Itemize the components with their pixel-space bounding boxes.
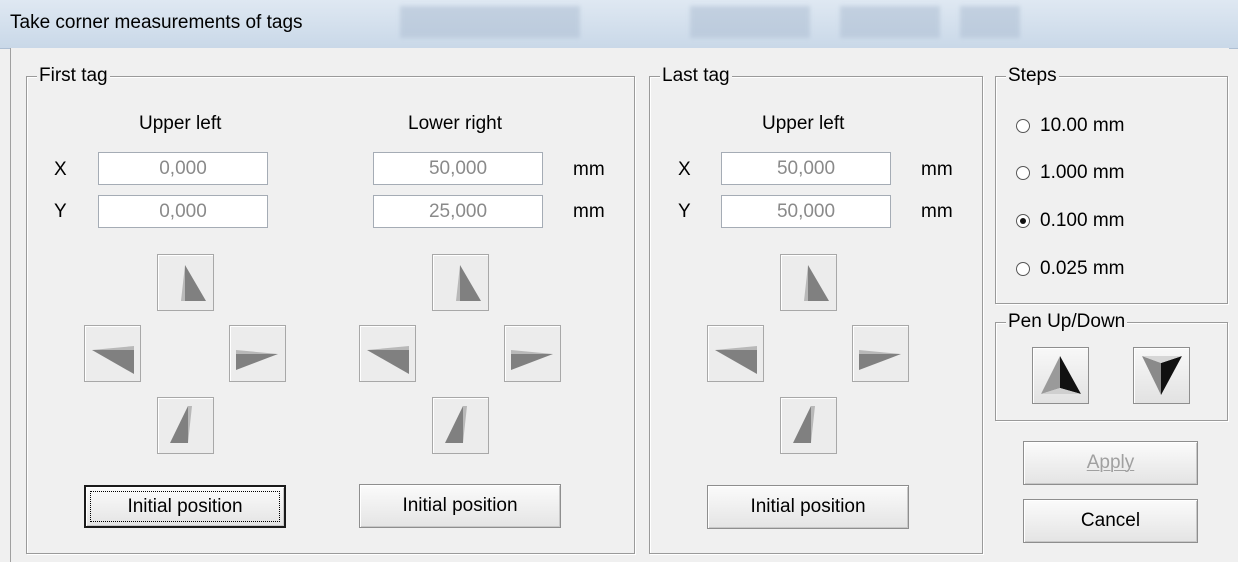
cancel-button[interactable]: Cancel	[1023, 499, 1198, 543]
steps-group: Steps 10.00 mm 1.000 mm 0.100 mm 0.025 m…	[995, 66, 1228, 304]
radio-circle	[1016, 166, 1030, 180]
last-tag-group: Last tag Upper left X Y 50,000 50,000 mm…	[649, 66, 983, 554]
button-label: Initial position	[402, 495, 518, 516]
upper-left-move-down-button[interactable]	[157, 397, 214, 454]
lower-right-heading: Lower right	[408, 113, 502, 134]
upper-left-move-right-button[interactable]	[229, 325, 286, 382]
arrow-down-icon	[170, 406, 192, 443]
arrow-left-icon	[715, 346, 757, 374]
radio-label: 10.00 mm	[1040, 115, 1125, 136]
unit-label: mm	[921, 159, 953, 180]
last-move-right-button[interactable]	[852, 325, 909, 382]
unit-label: mm	[573, 159, 605, 180]
arrow-right-icon	[511, 350, 553, 370]
background-ghost	[400, 6, 580, 38]
pen-group: Pen Up/Down	[995, 312, 1228, 421]
lower-right-move-down-button[interactable]	[432, 397, 489, 454]
lower-right-y-field[interactable]: 25,000	[373, 195, 543, 228]
y-label: Y	[54, 201, 67, 222]
radio-label: 0.025 mm	[1040, 258, 1125, 279]
upper-left-y-field[interactable]: 0,000	[98, 195, 268, 228]
background-ghost	[690, 6, 810, 38]
pen-down-button[interactable]	[1133, 347, 1190, 404]
arrow-right-icon	[859, 350, 901, 370]
upper-left-move-left-button[interactable]	[84, 325, 141, 382]
radio-label: 1.000 mm	[1040, 162, 1125, 183]
button-label: Apply	[1086, 452, 1135, 473]
pen-up-icon	[1041, 356, 1081, 394]
last-tag-legend: Last tag	[660, 65, 732, 86]
radio-circle	[1016, 119, 1030, 133]
arrow-left-icon	[92, 346, 134, 374]
unit-label: mm	[921, 201, 953, 222]
first-tag-lower-right-initial-position-button[interactable]: Initial position	[359, 484, 561, 528]
last-move-down-button[interactable]	[780, 397, 837, 454]
first-tag-upper-left-initial-position-button[interactable]: Initial position	[84, 485, 286, 528]
x-label: X	[678, 159, 691, 180]
last-move-left-button[interactable]	[707, 325, 764, 382]
arrow-right-icon	[236, 350, 278, 370]
upper-left-x-field[interactable]: 0,000	[98, 152, 268, 185]
x-label: X	[54, 159, 67, 180]
radio-selected-dot	[1020, 218, 1026, 224]
upper-left-heading: Upper left	[139, 113, 222, 134]
first-tag-group: First tag Upper left Lower right X Y 0,0…	[26, 66, 635, 554]
pen-up-button[interactable]	[1032, 347, 1089, 404]
last-upper-left-y-field[interactable]: 50,000	[721, 195, 891, 228]
apply-button[interactable]: Apply	[1023, 441, 1198, 485]
background-ghost	[960, 6, 1020, 38]
background-ghost	[840, 6, 940, 38]
last-move-up-button[interactable]	[780, 254, 837, 311]
button-label: Initial position	[750, 496, 866, 517]
arrow-down-icon	[793, 406, 815, 443]
button-label: Cancel	[1080, 510, 1141, 531]
radio-circle	[1016, 214, 1030, 228]
radio-circle	[1016, 262, 1030, 276]
lower-right-move-right-button[interactable]	[504, 325, 561, 382]
lower-right-move-left-button[interactable]	[359, 325, 416, 382]
pen-legend: Pen Up/Down	[1006, 311, 1128, 332]
upper-left-move-up-button[interactable]	[157, 254, 214, 311]
first-tag-legend: First tag	[37, 65, 110, 86]
dialog-body: First tag Upper left Lower right X Y 0,0…	[10, 48, 1229, 562]
upper-left-heading: Upper left	[762, 113, 845, 134]
title-bar: Take corner measurements of tags	[0, 0, 1238, 49]
window-title: Take corner measurements of tags	[10, 12, 303, 33]
pen-down-icon	[1142, 356, 1182, 395]
steps-legend: Steps	[1006, 65, 1059, 86]
unit-label: mm	[573, 201, 605, 222]
last-upper-left-x-field[interactable]: 50,000	[721, 152, 891, 185]
last-tag-initial-position-button[interactable]: Initial position	[707, 485, 909, 529]
radio-label: 0.100 mm	[1040, 210, 1125, 231]
arrow-up-icon	[181, 265, 206, 301]
arrow-down-icon	[445, 406, 467, 443]
y-label: Y	[678, 201, 691, 222]
arrow-up-icon	[804, 265, 829, 301]
arrow-up-icon	[456, 265, 481, 301]
arrow-left-icon	[367, 346, 409, 374]
lower-right-x-field[interactable]: 50,000	[373, 152, 543, 185]
button-label: Initial position	[127, 495, 243, 517]
lower-right-move-up-button[interactable]	[432, 254, 489, 311]
